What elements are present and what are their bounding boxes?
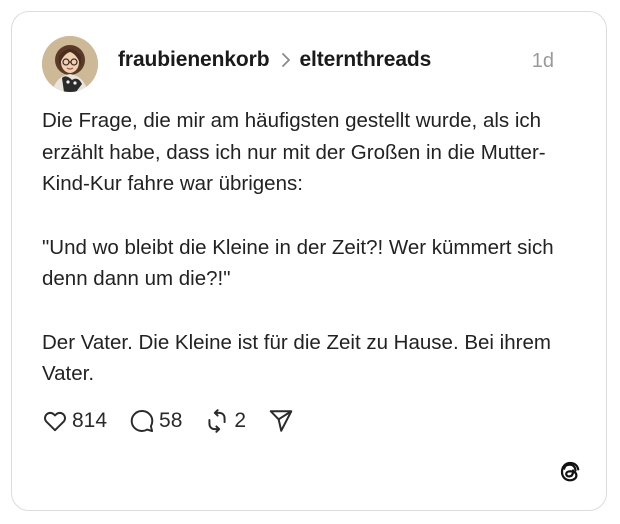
repost-button[interactable]: 2: [204, 408, 246, 434]
author-name[interactable]: fraubienenkorb: [118, 48, 270, 72]
action-bar: 814 58 2: [42, 408, 320, 434]
post-paragraph: Der Vater. Die Kleine ist für die Zeit z…: [42, 330, 551, 386]
like-count: 814: [72, 409, 108, 432]
post-paragraph: Die Frage, die mir am häufigsten gestell…: [42, 109, 546, 195]
post-header: fraubienenkorb elternthreads: [118, 48, 431, 72]
send-icon: [269, 410, 293, 432]
comment-bubble-icon: [130, 410, 154, 433]
like-button[interactable]: 814: [42, 408, 107, 434]
avatar-illustration: [42, 36, 98, 92]
heart-icon: [44, 411, 66, 432]
repost-count: 2: [234, 409, 247, 432]
comment-button[interactable]: 58: [129, 408, 182, 434]
post-timestamp: 1d: [531, 50, 554, 72]
post-body: Die Frage, die mir am häufigsten gestell…: [42, 105, 562, 422]
chevron-right-icon: [281, 53, 291, 67]
post-paragraph: "Und wo bleibt die Kleine in der Zeit?! …: [42, 235, 554, 291]
comment-count: 58: [159, 409, 183, 432]
post-card: fraubienenkorb elternthreads 1d Die Frag…: [11, 11, 607, 511]
community-name[interactable]: elternthreads: [299, 48, 431, 72]
threads-logo-icon[interactable]: [556, 458, 584, 486]
avatar[interactable]: [42, 36, 98, 92]
repost-icon: [208, 409, 226, 433]
share-button[interactable]: [268, 408, 298, 434]
